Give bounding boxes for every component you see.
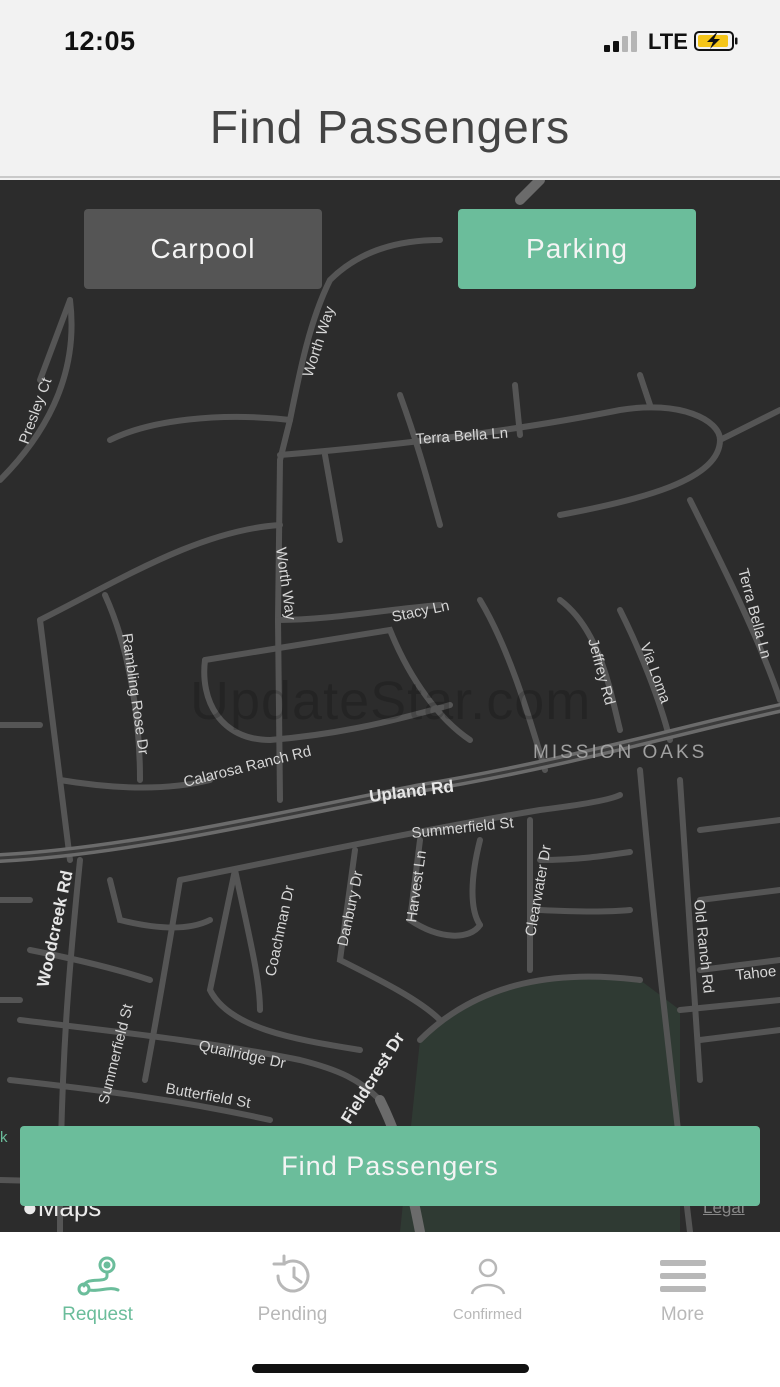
tab-pending[interactable]: Pending xyxy=(195,1254,390,1334)
battery-charging-icon xyxy=(694,31,738,51)
tab-label: Request xyxy=(62,1304,133,1325)
tab-confirmed[interactable]: Confirmed xyxy=(390,1254,585,1334)
status-bar: 12:05 LTE xyxy=(0,0,780,80)
road-label: Coachman Dr xyxy=(262,884,298,978)
road-label: Upland Rd xyxy=(368,777,455,806)
page-title: Find Passengers xyxy=(209,101,571,153)
person-icon xyxy=(470,1258,505,1295)
tab-request[interactable]: Request xyxy=(0,1254,195,1334)
map-view[interactable]: Presley Ct Worth Way Terra Bella Ln Wort… xyxy=(0,180,780,1232)
road-label: Quailridge Dr xyxy=(197,1037,287,1072)
history-icon xyxy=(272,1254,309,1293)
road-label: Rambling Rose Dr xyxy=(118,632,152,756)
signal-icon xyxy=(604,30,640,52)
tab-more[interactable]: More xyxy=(585,1254,780,1334)
tab-label: Pending xyxy=(257,1304,328,1325)
carpool-button[interactable]: Carpool xyxy=(84,209,322,289)
header: Find Passengers xyxy=(0,80,780,178)
road-label: Harvest Ln xyxy=(403,849,430,923)
home-indicator[interactable] xyxy=(252,1364,529,1373)
parking-button[interactable]: Parking xyxy=(458,209,696,289)
road-label: Via Loma xyxy=(636,641,674,707)
route-icon xyxy=(77,1256,119,1296)
tab-label: More xyxy=(660,1304,705,1325)
road-label: Terra Bella Ln xyxy=(734,567,774,661)
menu-icon xyxy=(659,1260,706,1292)
road-label: Calarosa Ranch Rd xyxy=(182,743,313,791)
road-label: Tahoe xyxy=(735,963,777,984)
road-label: Terra Bella Ln xyxy=(415,425,509,448)
status-time: 12:05 xyxy=(64,26,136,56)
road-label: Danbury Dr xyxy=(334,869,367,948)
road-label: Stacy Ln xyxy=(390,597,451,626)
find-passengers-screen: 12:05 LTE Find Passengers Presley Ct Wor… xyxy=(0,0,780,1387)
tab-label: Confirmed xyxy=(452,1306,523,1323)
area-label: MISSION OAKS xyxy=(533,742,707,763)
watermark: UpdateStar.com xyxy=(190,671,592,731)
road-label: Summerfield St xyxy=(411,814,516,842)
find-passengers-button[interactable]: Find Passengers xyxy=(20,1126,760,1206)
network-label: LTE xyxy=(648,29,688,54)
road-label: k xyxy=(0,1129,8,1146)
